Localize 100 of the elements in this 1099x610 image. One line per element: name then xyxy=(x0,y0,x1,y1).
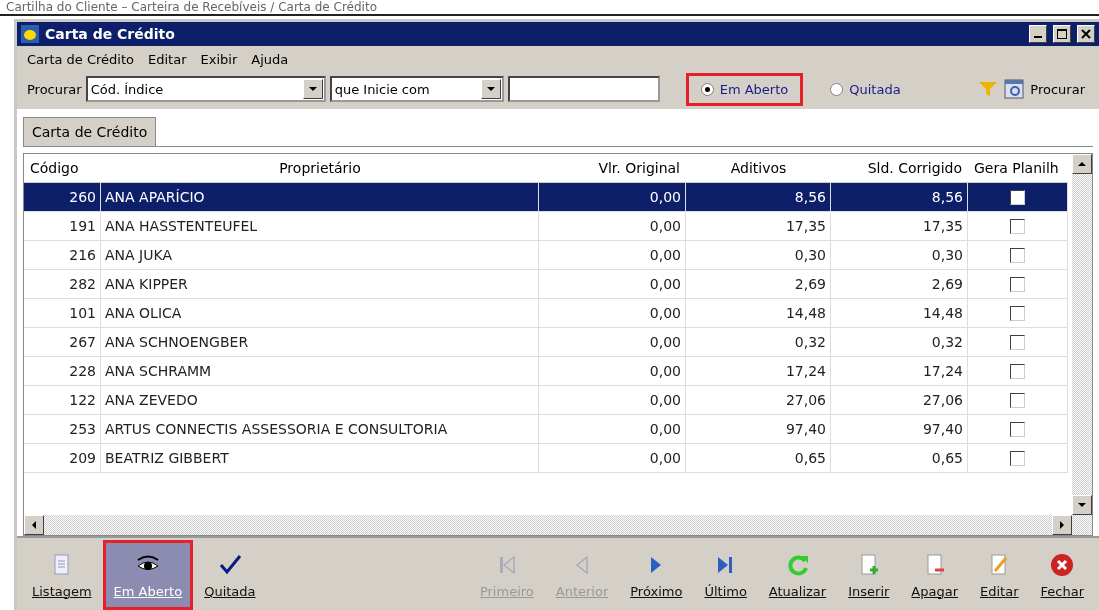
checkbox[interactable] xyxy=(1010,218,1025,234)
table-cell: ANA SCHNOENGBER xyxy=(101,328,539,357)
table-cell: 282 xyxy=(24,270,101,299)
checkbox[interactable] xyxy=(1010,450,1025,466)
table-cell: 17,24 xyxy=(831,357,968,386)
table-cell: ANA APARÍCIO xyxy=(101,183,539,212)
status-radio[interactable]: Em Aberto xyxy=(685,72,804,106)
checkbox[interactable] xyxy=(1010,363,1025,379)
table-cell: 27,06 xyxy=(686,386,831,415)
table-cell: 14,48 xyxy=(831,299,968,328)
toolbar-button[interactable]: Listagem xyxy=(21,540,103,610)
close-icon xyxy=(1081,29,1091,39)
table-cell: 209 xyxy=(24,444,101,473)
menu-item[interactable]: Editar xyxy=(148,52,187,67)
table-cell: ANA SCHRAMM xyxy=(101,357,539,386)
condition-dropdown[interactable]: que Inicie com xyxy=(329,76,504,102)
table-cell: 228 xyxy=(24,357,101,386)
table-cell: 0,00 xyxy=(539,270,686,299)
table-cell: ANA HASSTENTEUFEL xyxy=(101,212,539,241)
table-cell: 122 xyxy=(24,386,101,415)
toolbar-button[interactable]: Atualizar xyxy=(757,540,838,610)
table-cell: 0,65 xyxy=(831,444,968,473)
checkbox[interactable] xyxy=(1010,334,1025,350)
table-cell: ANA ZEVEDO xyxy=(101,386,539,415)
table-cell: 27,06 xyxy=(831,386,968,415)
table-cell: 216 xyxy=(24,241,101,270)
window-title: Carta de Crédito xyxy=(45,26,176,42)
horizontal-scrollbar[interactable] xyxy=(24,515,1092,535)
checkbox[interactable] xyxy=(1010,305,1025,321)
tab[interactable]: Carta de Crédito xyxy=(23,117,157,146)
table-cell: 14,48 xyxy=(686,299,831,328)
table-cell: 17,24 xyxy=(686,357,831,386)
field-dropdown[interactable]: Cód. Índice xyxy=(85,76,326,102)
table-cell: 97,40 xyxy=(686,415,831,444)
table-cell: ANA JUKA xyxy=(101,241,539,270)
table-cell: 260 xyxy=(24,183,101,212)
toolbar-button[interactable]: Apagar xyxy=(900,540,970,610)
table-cell: BEATRIZ GIBBERT xyxy=(101,444,539,473)
left-arrow-icon xyxy=(30,521,38,529)
toolbar-button[interactable]: Próximo xyxy=(619,540,694,610)
toolbar-button[interactable]: Editar xyxy=(969,540,1030,610)
table-cell: ARTUS CONNECTIS ASSESSORIA E CONSULTORIA xyxy=(101,415,539,444)
table-cell: 0,00 xyxy=(539,183,686,212)
table-cell: 0,00 xyxy=(539,299,686,328)
menu-item[interactable]: Ajuda xyxy=(251,52,289,67)
table-cell: 0,00 xyxy=(539,415,686,444)
table-cell: 0,00 xyxy=(539,386,686,415)
search-label: Procurar xyxy=(27,81,82,97)
table-cell: 2,69 xyxy=(686,270,831,299)
search-field[interactable] xyxy=(507,76,660,102)
table-cell: 17,35 xyxy=(831,212,968,241)
checkbox[interactable] xyxy=(1010,189,1025,205)
toolbar-button[interactable]: Fechar xyxy=(1029,540,1095,610)
table-cell: 2,69 xyxy=(831,270,968,299)
toolbar-button[interactable]: Inserir xyxy=(837,540,901,610)
menu-item[interactable]: Exibir xyxy=(200,52,238,67)
minimize-button[interactable] xyxy=(1029,25,1047,43)
table-cell: 0,00 xyxy=(539,328,686,357)
close-button[interactable] xyxy=(1077,25,1095,43)
table-cell: 8,56 xyxy=(686,183,831,212)
table-cell: 0,00 xyxy=(539,444,686,473)
table-cell: 0,65 xyxy=(686,444,831,473)
checkbox[interactable] xyxy=(1010,392,1025,408)
table-cell: 267 xyxy=(24,328,101,357)
table-cell: 17,35 xyxy=(686,212,831,241)
page-caption: Cartilha do Cliente – Carteira de Recebíveis / Carta de Crédito xyxy=(0,0,1099,16)
vertical-scrollbar[interactable] xyxy=(1072,154,1092,515)
toolbar-button[interactable]: Quitada xyxy=(193,540,267,610)
table-cell: 0,00 xyxy=(539,241,686,270)
table-cell: 253 xyxy=(24,415,101,444)
up-arrow-icon xyxy=(1078,160,1086,168)
table-cell: 0,30 xyxy=(686,241,831,270)
search-window-icon xyxy=(1004,79,1025,99)
down-arrow-icon xyxy=(1078,501,1086,509)
maximize-icon xyxy=(1057,29,1067,39)
table-cell: 101 xyxy=(24,299,101,328)
toolbar-button[interactable]: Último xyxy=(693,540,758,610)
table-cell: ANA OLICA xyxy=(101,299,539,328)
table-cell: 191 xyxy=(24,212,101,241)
table-cell: 0,30 xyxy=(831,241,968,270)
menu-item[interactable]: Carta de Crédito xyxy=(27,52,134,67)
table-cell: 0,32 xyxy=(831,328,968,357)
down-arrow-icon xyxy=(486,85,495,93)
right-arrow-icon xyxy=(1058,521,1066,529)
table-cell: 0,32 xyxy=(686,328,831,357)
status-radio[interactable]: Quitada xyxy=(815,72,916,106)
search-button[interactable]: Procurar xyxy=(974,79,1089,99)
down-arrow-icon xyxy=(308,85,317,93)
close-icon xyxy=(1049,551,1076,578)
checkbox[interactable] xyxy=(1010,247,1025,263)
table-cell: ANA KIPPER xyxy=(101,270,539,299)
checkbox[interactable] xyxy=(1010,276,1025,292)
maximize-button[interactable] xyxy=(1053,25,1071,43)
table-cell: 97,40 xyxy=(831,415,968,444)
checkbox[interactable] xyxy=(1010,421,1025,437)
table-cell: 0,00 xyxy=(539,212,686,241)
funnel-icon xyxy=(978,80,999,98)
table-cell: 8,56 xyxy=(831,183,968,212)
app-logo-icon xyxy=(21,25,39,43)
table-cell: 0,00 xyxy=(539,357,686,386)
